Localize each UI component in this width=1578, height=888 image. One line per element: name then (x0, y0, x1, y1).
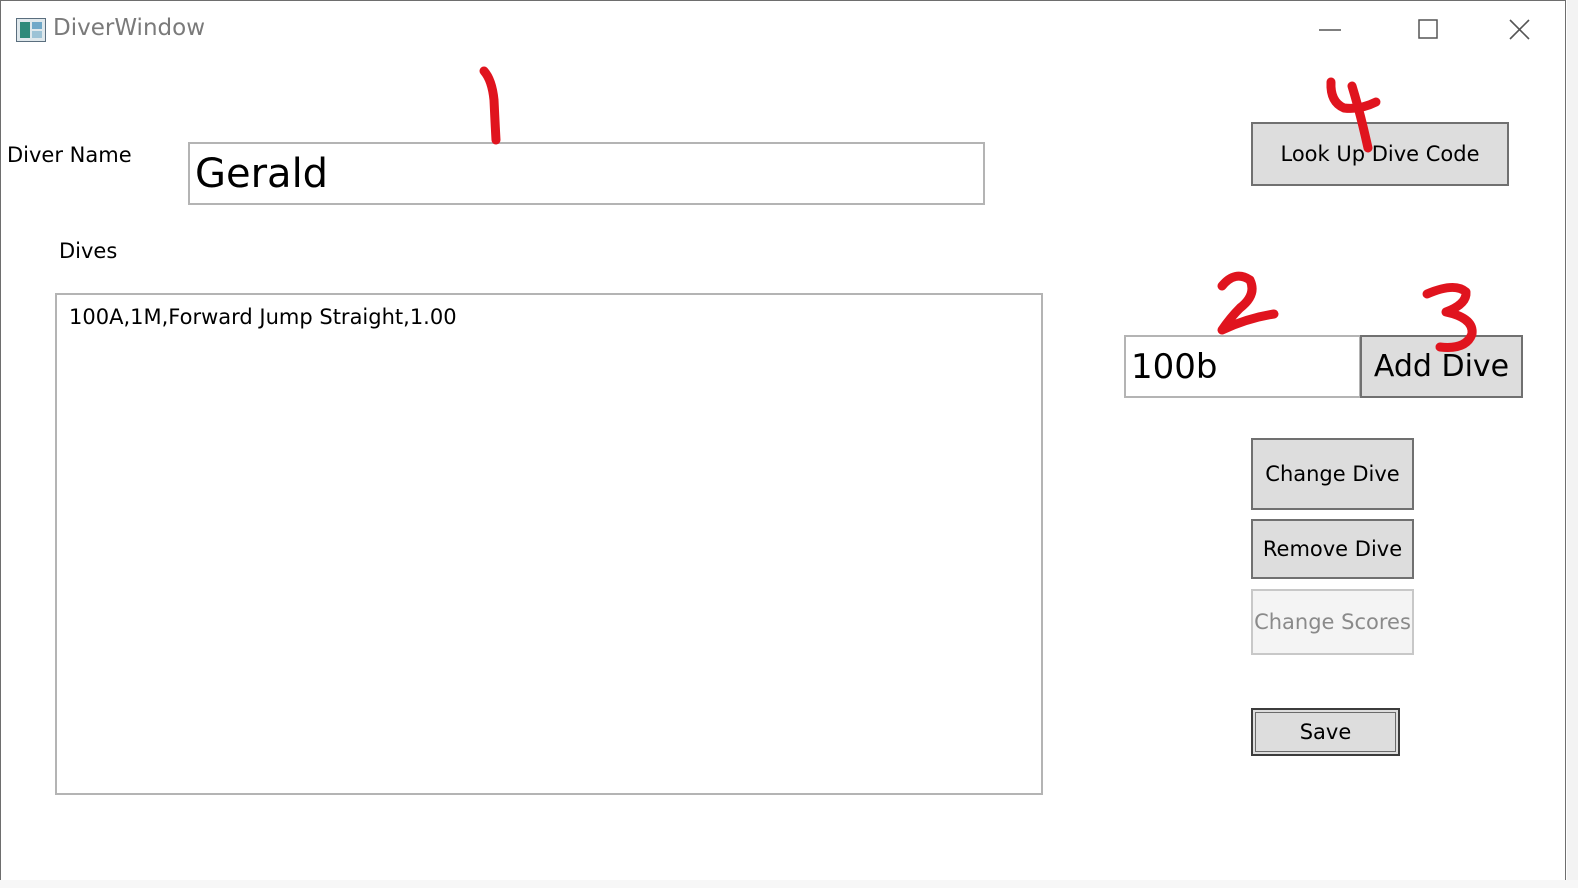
title-bar[interactable]: DiverWindow (1, 1, 1567, 59)
minimize-icon (1319, 29, 1341, 31)
minimize-button[interactable] (1306, 9, 1352, 51)
maximize-button[interactable] (1405, 9, 1451, 51)
save-button[interactable]: Save (1251, 708, 1400, 756)
app-icon (16, 18, 46, 42)
window-edge-shadow (1567, 0, 1578, 888)
change-dive-button[interactable]: Change Dive (1251, 438, 1414, 510)
diver-name-label: Diver Name (7, 143, 132, 167)
list-item[interactable]: 100A,1M,Forward Jump Straight,1.00 (69, 305, 457, 329)
maximize-icon (1418, 19, 1438, 39)
look-up-dive-code-button[interactable]: Look Up Dive Code (1251, 122, 1509, 186)
add-dive-button[interactable]: Add Dive (1360, 335, 1523, 398)
change-scores-button: Change Scores (1251, 589, 1414, 655)
dives-list[interactable]: 100A,1M,Forward Jump Straight,1.00 (55, 293, 1043, 795)
close-icon (1509, 19, 1530, 40)
window-bottom-edge (0, 880, 1578, 888)
window-title: DiverWindow (53, 15, 206, 41)
close-button[interactable] (1497, 9, 1543, 51)
diver-name-input[interactable] (188, 142, 985, 205)
dives-label: Dives (59, 239, 118, 263)
diver-window: DiverWindow Diver Name Dives 100A,1M,For… (0, 0, 1566, 880)
remove-dive-button[interactable]: Remove Dive (1251, 519, 1414, 579)
dive-code-input[interactable] (1124, 335, 1361, 398)
